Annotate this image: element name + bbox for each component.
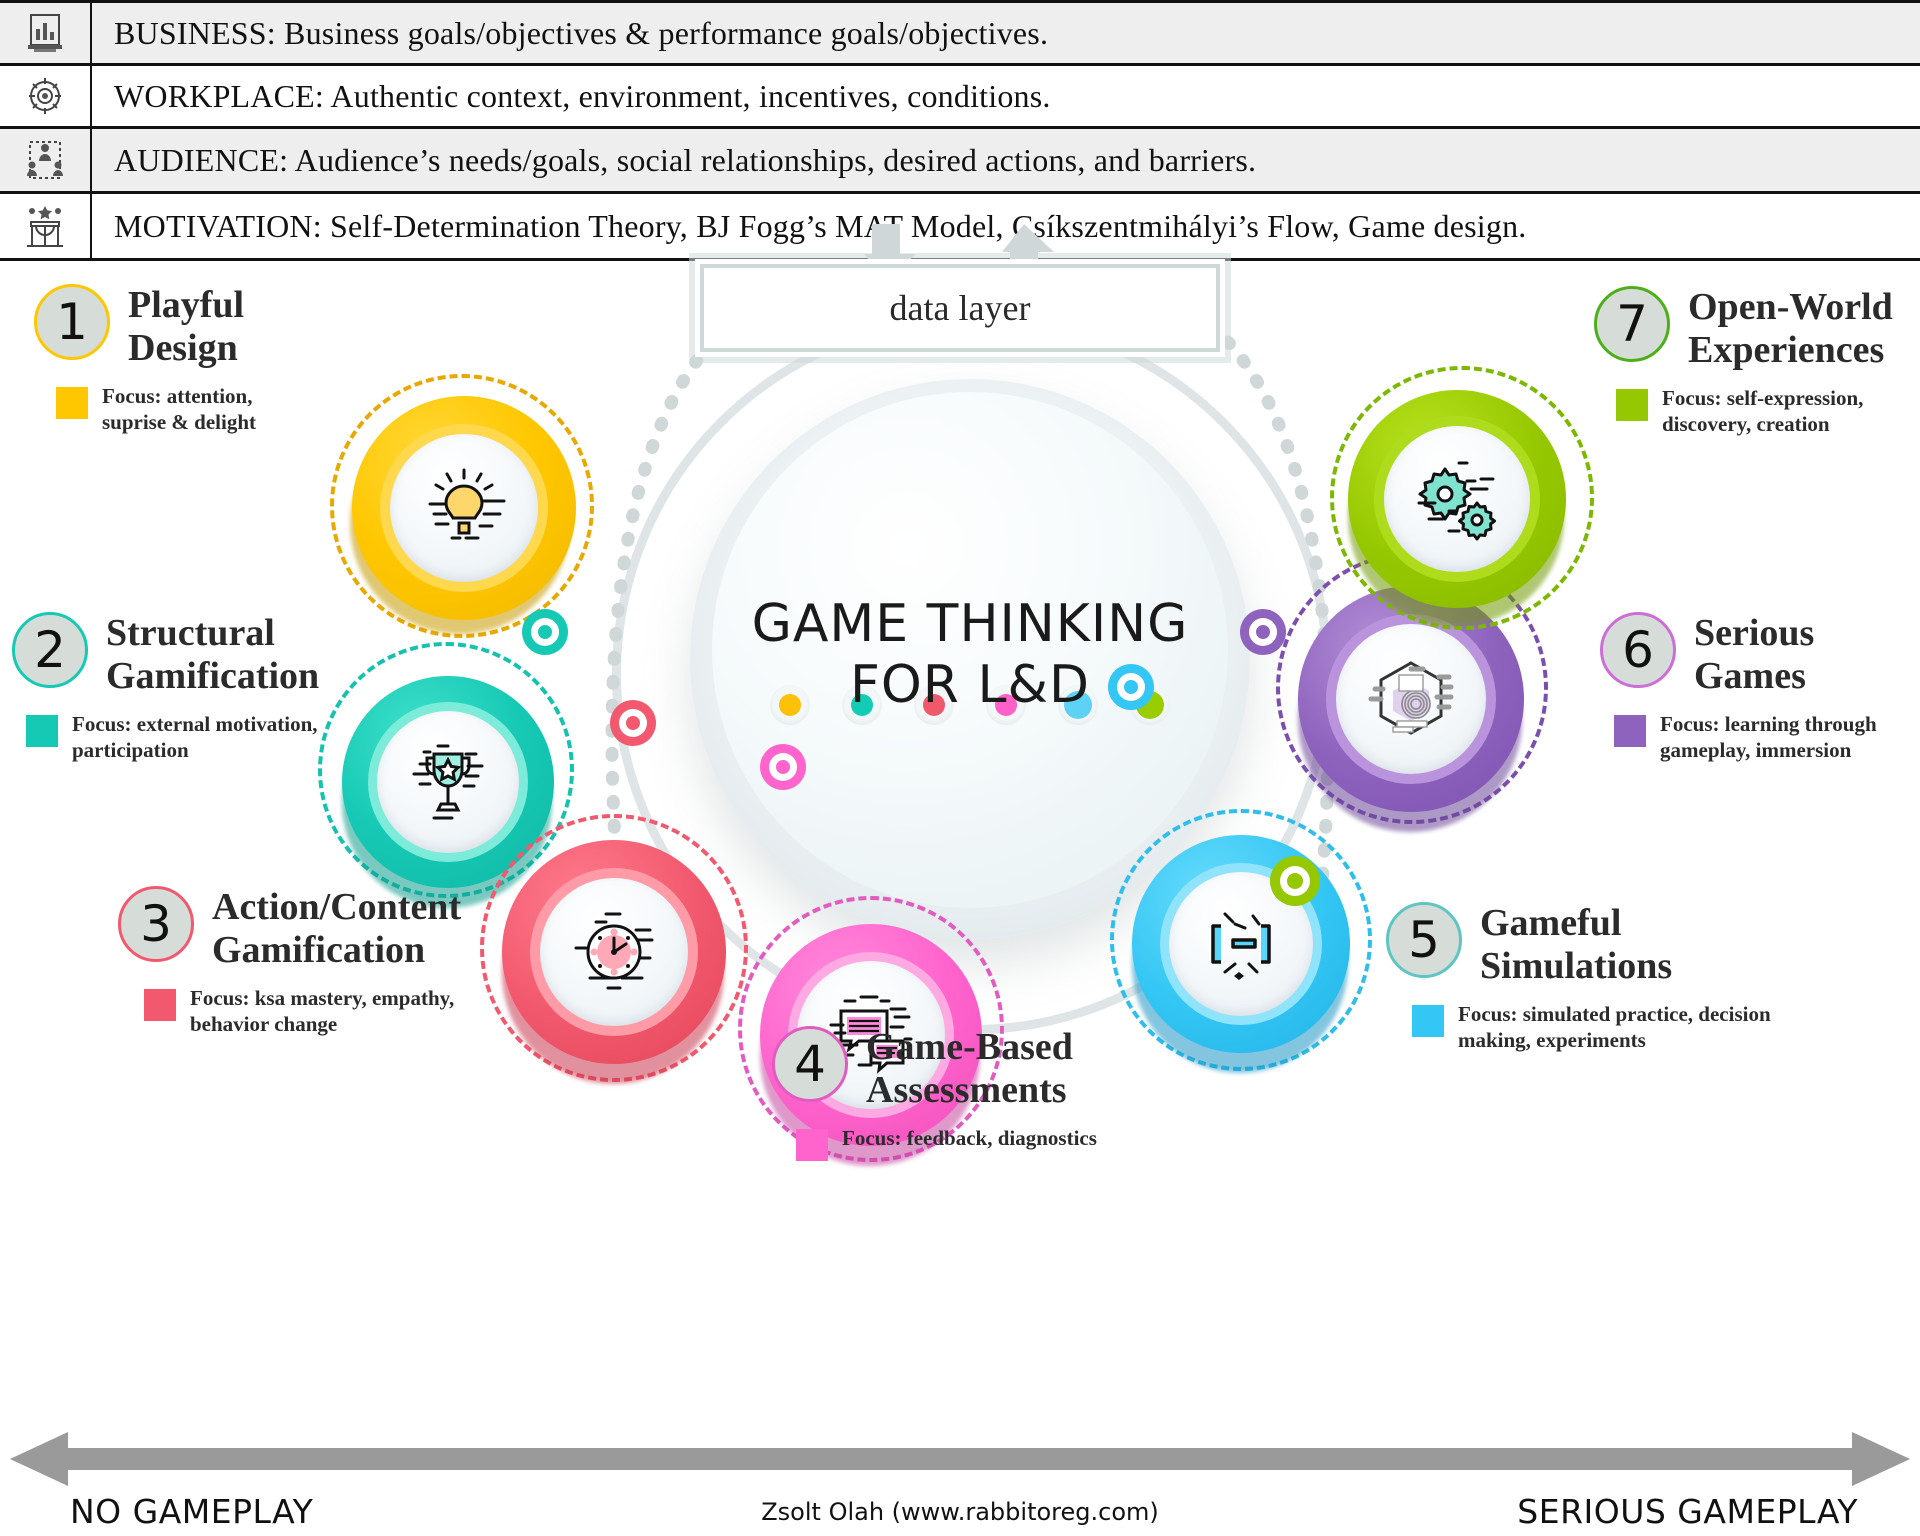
node-focus-text: Focus: external motivation, participatio…: [72, 712, 318, 763]
node-title-line2: Design: [128, 326, 238, 369]
node-focus-text: Focus: self-expression, discovery, creat…: [1662, 386, 1864, 437]
arrow-right-icon: [1852, 1432, 1910, 1486]
axis-arrowheads: [10, 1432, 1910, 1486]
connector-target-6: [1240, 609, 1286, 655]
node-title-line1: Serious: [1694, 612, 1815, 654]
connector-target-7: [1270, 856, 1320, 906]
node-number-badge: 3: [118, 886, 194, 962]
node-number-badge: 7: [1594, 286, 1670, 362]
bank-chart-icon: [0, 3, 92, 63]
gears-icon: [1384, 426, 1530, 572]
banner-row-label: AUDIENCE: Audience’s needs/goals, social…: [114, 141, 1257, 178]
gameplay-spectrum-axis: NO GAMEPLAY SERIOUS GAMEPLAY Zsolt Olah …: [0, 1432, 1920, 1536]
node-focus-text: Focus: simulated practice, decision maki…: [1458, 1002, 1771, 1053]
node-title-line2: Simulations: [1480, 944, 1673, 987]
node-color-swatch: [1412, 1005, 1444, 1038]
node-focus-text: Focus: ksa mastery, empathy, behavior ch…: [190, 986, 455, 1037]
node-number-badge: 2: [12, 612, 88, 688]
label-node-2[interactable]: 2 Structural Gamification Focus: externa…: [12, 612, 352, 764]
node-title-line2: Gamification: [212, 928, 426, 971]
node-title-line2: Games: [1694, 654, 1806, 697]
node-title-line1: Structural: [106, 612, 275, 654]
node-color-swatch: [26, 715, 58, 748]
node-number-badge: 6: [1600, 612, 1676, 688]
node-focus-text: Focus: learning through gameplay, immers…: [1660, 712, 1877, 763]
connector-target-3: [610, 700, 656, 746]
banner-row-label: BUSINESS: Business goals/objectives & pe…: [114, 14, 1049, 51]
label-node-4[interactable]: 4 Game-Based Assessments Focus: feedback…: [772, 1026, 1172, 1162]
node-title-line1: Game-Based: [866, 1026, 1073, 1068]
node-title-line1: Gameful: [1480, 902, 1622, 944]
node-title-line2: Gamification: [106, 654, 320, 697]
connector-target-5: [1108, 664, 1154, 710]
label-node-3[interactable]: 3 Action/Content Gamification Focus: ksa…: [118, 886, 508, 1038]
label-node-6[interactable]: 6 Serious Games Focus: learning through …: [1600, 612, 1920, 764]
node-number-badge: 5: [1386, 902, 1462, 978]
connector-target-4: [760, 744, 806, 790]
credit-text: Zsolt Olah (www.rabbitoreg.com): [761, 1498, 1159, 1526]
data-layer-box[interactable]: data layer: [700, 264, 1220, 352]
node-title-line1: Playful: [128, 284, 245, 326]
diagram-stage: GAME THINKING FOR L&D data layer 1 Playf…: [0, 224, 1920, 1536]
node-title-line2: Experiences: [1688, 328, 1885, 371]
node-color-swatch: [796, 1129, 828, 1162]
arrow-left-icon: [10, 1432, 68, 1486]
node-number-badge: 4: [772, 1026, 848, 1102]
banner-row-label: WORKPLACE: Authentic context, environmen…: [114, 77, 1051, 114]
banner-row-workplace: WORKPLACE: Authentic context, environmen…: [0, 63, 1920, 129]
label-node-7[interactable]: 7 Open-World Experiences Focus: self-exp…: [1594, 286, 1920, 438]
node-focus-text: Focus: attention, suprise & delight: [102, 384, 257, 435]
gear-settings-icon: [0, 66, 92, 126]
node-color-swatch: [1614, 715, 1646, 748]
connector-target-2: [522, 609, 568, 655]
banner-row-business: BUSINESS: Business goals/objectives & pe…: [0, 0, 1920, 66]
node-title-line1: Open-World: [1688, 286, 1893, 328]
data-layer-label: data layer: [889, 288, 1031, 328]
node-title-line2: Assessments: [866, 1068, 1067, 1111]
lightbulb-icon: [390, 434, 538, 582]
node-title-line1: Action/Content: [212, 886, 462, 928]
core-title: GAME THINKING FOR L&D: [690, 594, 1250, 717]
banner-row-label: MOTIVATION: Self-Determination Theory, B…: [114, 207, 1527, 244]
core-title-line2: FOR L&D: [849, 655, 1091, 716]
node-color-swatch: [56, 387, 88, 420]
clock-icon: [540, 878, 688, 1026]
hexagon-target-icon: [1336, 624, 1486, 774]
node-focus-text: Focus: feedback, diagnostics: [842, 1126, 1097, 1151]
node-color-swatch: [1616, 389, 1648, 422]
banner-row-audience: AUDIENCE: Audience’s needs/goals, social…: [0, 126, 1920, 194]
motivation-podium-icon: [0, 194, 92, 258]
label-node-5[interactable]: 5 Gameful Simulations Focus: simulated p…: [1386, 902, 1846, 1054]
audience-network-icon: [0, 129, 92, 191]
node-number-badge: 1: [34, 284, 110, 360]
core-title-line1: GAME THINKING: [751, 594, 1189, 654]
node-color-swatch: [144, 989, 176, 1022]
trophy-icon: [377, 711, 519, 853]
label-node-1[interactable]: 1 Playful Design Focus: attention, supri…: [34, 284, 334, 436]
